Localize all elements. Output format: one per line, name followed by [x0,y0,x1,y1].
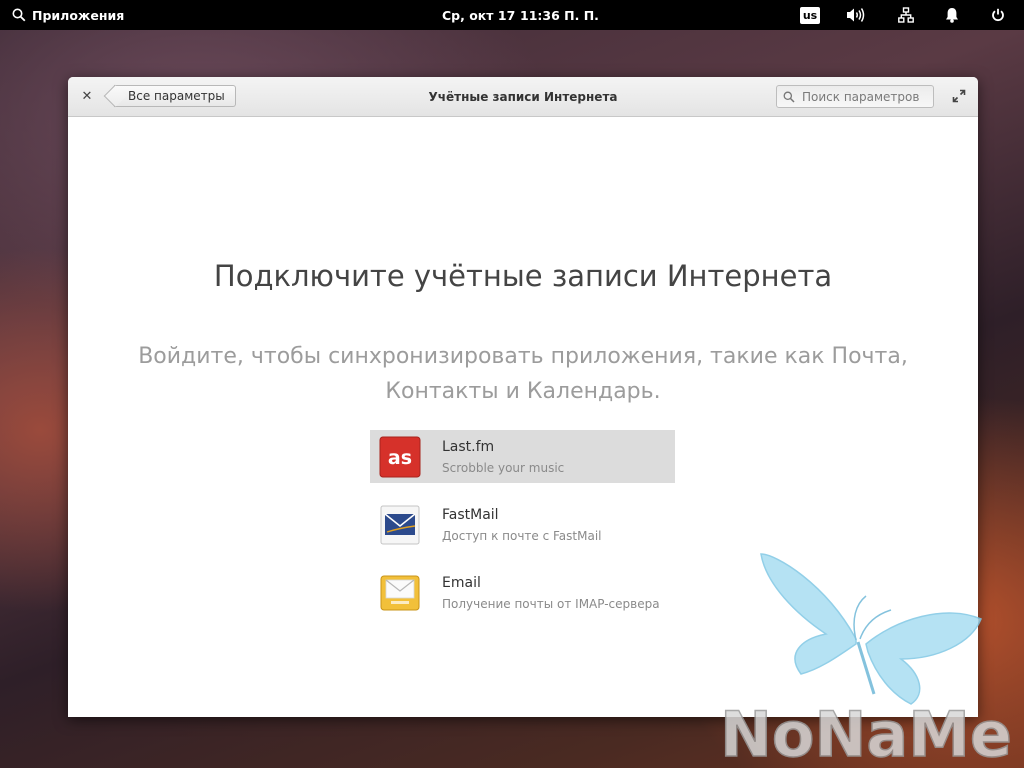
maximize-window-button[interactable] [950,87,968,105]
keyboard-layout-indicator[interactable]: us [799,0,821,30]
fastmail-icon [380,505,420,545]
panel-date[interactable]: Ср, окт 17 [442,0,515,30]
back-all-settings-button[interactable]: Все параметры [114,85,236,107]
settings-window: ✕ Все параметры Учётные записи Интернета… [68,77,978,717]
network-indicator[interactable] [895,0,917,30]
search-field[interactable] [776,85,934,108]
applications-label: Приложения [32,7,125,23]
page-headline: Подключите учётные записи Интернета [213,259,833,293]
volume-indicator[interactable] [843,0,867,30]
close-window-button[interactable]: ✕ [78,87,96,105]
search-icon [12,8,26,22]
search-input[interactable] [800,88,929,105]
notifications-indicator[interactable] [942,0,962,30]
provider-name: FastMail [442,507,499,523]
bell-icon [946,8,958,23]
provider-name: Email [442,575,481,591]
email-icon [380,575,420,611]
window-titlebar[interactable]: ✕ Все параметры Учётные записи Интернета [68,77,978,117]
content-area: Подключите учётные записи Интернета Войд… [68,117,978,717]
top-panel: Приложения Ср, окт 17 11:36 П. П. us [0,0,1024,30]
provider-description: Получение почты от IMAP-сервера [442,597,660,611]
power-icon [992,8,1004,22]
page-subline: Войдите, чтобы синхронизировать приложен… [138,344,908,404]
power-indicator[interactable] [988,0,1008,30]
maximize-icon [952,89,966,103]
provider-item-fastmail[interactable]: FastMail Доступ к почте с FastMail [370,498,675,551]
svg-text:as: as [388,447,412,469]
applications-menu[interactable]: Приложения [12,0,124,30]
back-button-label: Все параметры [128,89,225,103]
search-icon [783,91,795,103]
keyboard-layout-label: us [799,6,821,24]
provider-description: Доступ к почте с FastMail [442,529,602,543]
provider-item-lastfm[interactable]: as Last.fm Scrobble your music [370,430,675,483]
volume-icon [847,8,865,22]
provider-item-email[interactable]: Email Получение почты от IMAP-сервера [370,566,675,619]
lastfm-icon: as [379,436,421,478]
panel-clock[interactable]: 11:36 П. П. [520,0,599,30]
provider-list: as Last.fm Scrobble your music FastMail … [370,430,675,634]
provider-description: Scrobble your music [442,461,565,475]
network-icon [898,7,914,23]
close-icon: ✕ [81,88,93,104]
provider-name: Last.fm [442,439,495,455]
